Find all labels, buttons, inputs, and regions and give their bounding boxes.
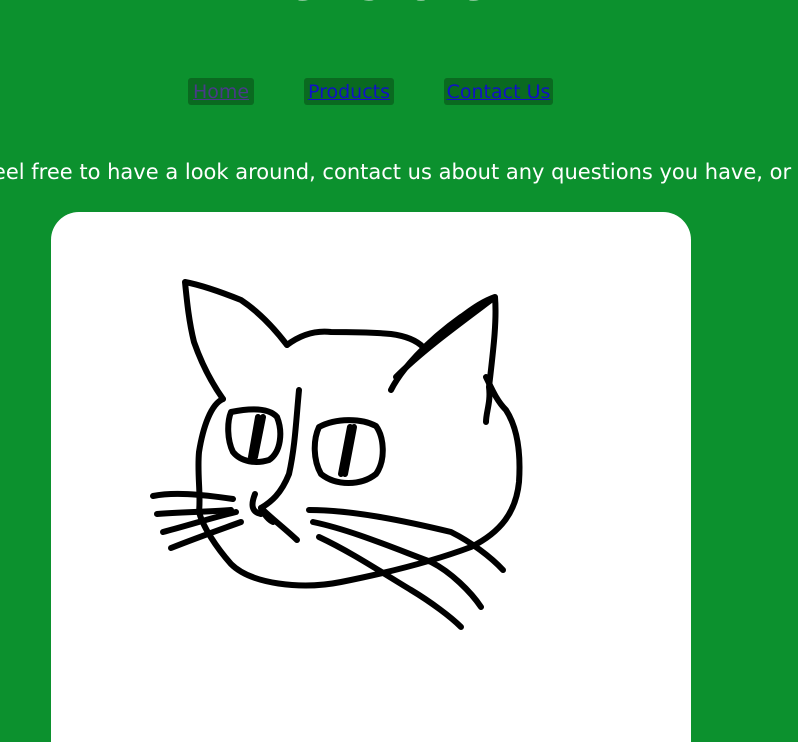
cat-drawing-icon: [150, 279, 523, 630]
hero-image-card: [51, 212, 691, 742]
nav-link-products[interactable]: Products: [304, 78, 394, 105]
intro-text: Feel free to have a look around, contact…: [0, 160, 798, 184]
nav-link-home[interactable]: Home: [188, 78, 254, 105]
nav-link-contact-us[interactable]: Contact Us: [444, 78, 553, 105]
site-title: Pet Store: [0, 0, 742, 12]
page: Pet Store Home Products Contact Us Feel …: [0, 0, 798, 742]
